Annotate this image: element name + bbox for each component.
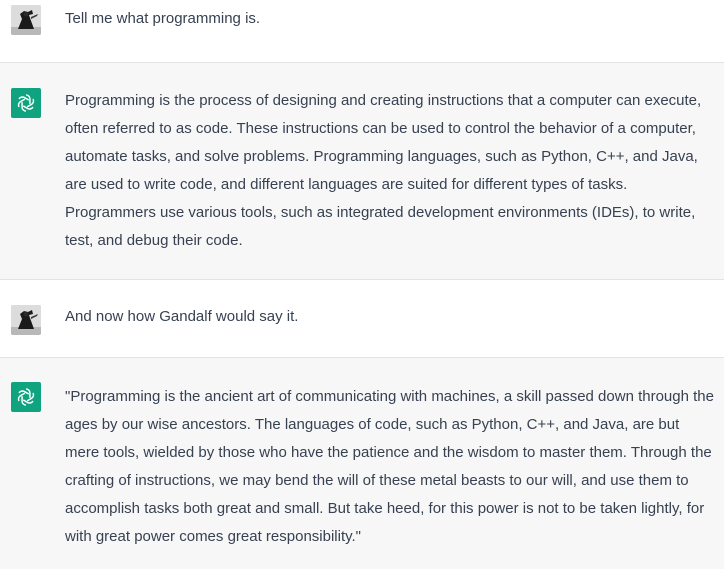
chatgpt-logo-icon [11,382,41,412]
conversation-thread: Tell me what programming is. Programming… [0,0,724,569]
message-text: And now how Gandalf would say it. [65,308,299,325]
chatgpt-logo-icon [11,88,41,118]
message-text: Programming is the process of designing … [65,92,702,249]
user-message: Tell me what programming is. [0,0,724,63]
assistant-message: Programming is the process of designing … [0,63,724,280]
user-avatar [11,5,41,35]
assistant-message: "Programming is the ancient art of commu… [0,358,724,569]
message-text: Tell me what programming is. [65,10,261,27]
user-message: And now how Gandalf would say it. [0,280,724,358]
user-avatar [11,305,41,335]
message-text: "Programming is the ancient art of commu… [65,388,714,545]
